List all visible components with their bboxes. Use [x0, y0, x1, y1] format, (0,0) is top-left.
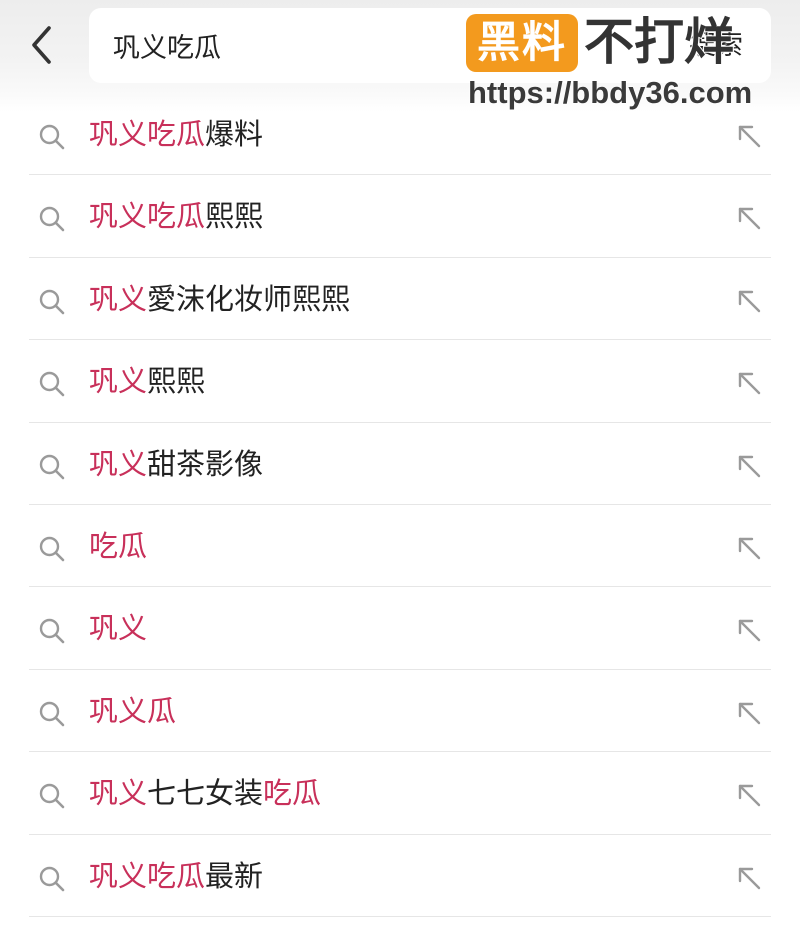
arrow-up-left-icon[interactable]: [735, 616, 763, 644]
suggestion-label: 巩义七七女装吃瓜: [89, 752, 321, 834]
search-icon: [39, 701, 65, 727]
arrow-up-left-icon[interactable]: [735, 699, 763, 727]
suggestion-item[interactable]: 巩义熙熙: [0, 340, 800, 423]
back-button[interactable]: [22, 22, 62, 68]
suggestion-label: 巩义熙熙: [89, 340, 205, 422]
search-icon: [39, 454, 65, 479]
watermark-badge: 黑料: [466, 14, 578, 72]
search-icon: [39, 783, 65, 809]
search-icon: [39, 371, 65, 397]
suggestion-item[interactable]: 巩义吃瓜最新: [0, 835, 800, 918]
matched-keyword: 巩义吃瓜: [89, 858, 206, 893]
suggestion-item[interactable]: 吃瓜: [0, 505, 800, 588]
search-icon: [39, 619, 65, 644]
suggestion-list: 巩义吃瓜爆料 巩义吃瓜熙熙 巩义愛沫化妆师熙熙 巩义熙熙 巩义甜茶影像 吃瓜 巩义 巩义瓜 巩义…: [0, 93, 800, 918]
suggestion-label: 巩义甜茶影像: [89, 423, 263, 505]
suggestion-item[interactable]: 巩义七七女装吃瓜: [0, 752, 800, 835]
suggestion-item[interactable]: 巩义瓜: [0, 670, 800, 753]
search-icon: [39, 289, 65, 315]
suggestion-item[interactable]: 巩义吃瓜爆料: [0, 93, 800, 176]
matched-keyword: 巩义瓜: [89, 693, 177, 728]
arrow-up-left-icon[interactable]: [735, 287, 763, 315]
matched-keyword: 巩义: [89, 364, 148, 399]
suggestion-text: 最新: [205, 858, 264, 893]
matched-keyword: 巩义吃瓜: [89, 199, 206, 234]
matched-keyword: 吃瓜: [263, 776, 322, 811]
watermark-text: 不打烊: [583, 12, 735, 72]
search-icon: [39, 536, 65, 562]
suggestion-item[interactable]: 巩义愛沫化妆师熙熙: [0, 258, 800, 341]
matched-keyword: 吃瓜: [89, 528, 148, 563]
arrow-up-left-icon[interactable]: [735, 864, 763, 892]
suggestion-label: 吃瓜: [89, 505, 147, 587]
chevron-left-icon: [32, 26, 51, 64]
suggestion-text: 熙熙: [147, 364, 206, 399]
suggestion-label: 巩义吃瓜最新: [89, 835, 263, 917]
suggestion-text: 愛沫化妆师熙熙: [147, 281, 351, 316]
suggestion-item[interactable]: 巩义甜茶影像: [0, 423, 800, 506]
arrow-up-left-icon[interactable]: [735, 534, 763, 562]
matched-keyword: 巩义: [89, 281, 148, 316]
arrow-up-left-icon[interactable]: [735, 122, 763, 150]
suggestion-item[interactable]: 巩义吃瓜熙熙: [0, 175, 800, 259]
suggestion-label: 巩义吃瓜熙熙: [89, 175, 263, 257]
matched-keyword: 巩义: [89, 611, 148, 646]
suggestion-label: 巩义吃瓜爆料: [89, 93, 263, 175]
search-input[interactable]: [113, 8, 443, 83]
matched-keyword: 巩义: [89, 446, 148, 481]
suggestion-label: 巩义愛沫化妆师熙熙: [89, 258, 350, 340]
suggestion-text: 七七女装: [147, 776, 264, 811]
matched-keyword: 巩义吃瓜: [89, 117, 206, 151]
suggestion-text: 甜茶影像: [147, 446, 264, 481]
search-icon: [39, 207, 65, 232]
suggestion-label: 巩义瓜: [89, 670, 176, 752]
arrow-up-left-icon[interactable]: [735, 452, 763, 480]
arrow-up-left-icon[interactable]: [735, 781, 763, 809]
search-icon: [39, 124, 65, 150]
arrow-up-left-icon[interactable]: [735, 204, 763, 232]
suggestion-label: 巩义: [89, 587, 147, 669]
arrow-up-left-icon[interactable]: [735, 369, 763, 397]
suggestion-item[interactable]: 巩义: [0, 587, 800, 671]
matched-keyword: 巩义: [89, 776, 148, 811]
search-icon: [39, 866, 65, 891]
suggestion-text: 熙熙: [205, 199, 264, 234]
suggestion-text: 爆料: [205, 117, 264, 151]
